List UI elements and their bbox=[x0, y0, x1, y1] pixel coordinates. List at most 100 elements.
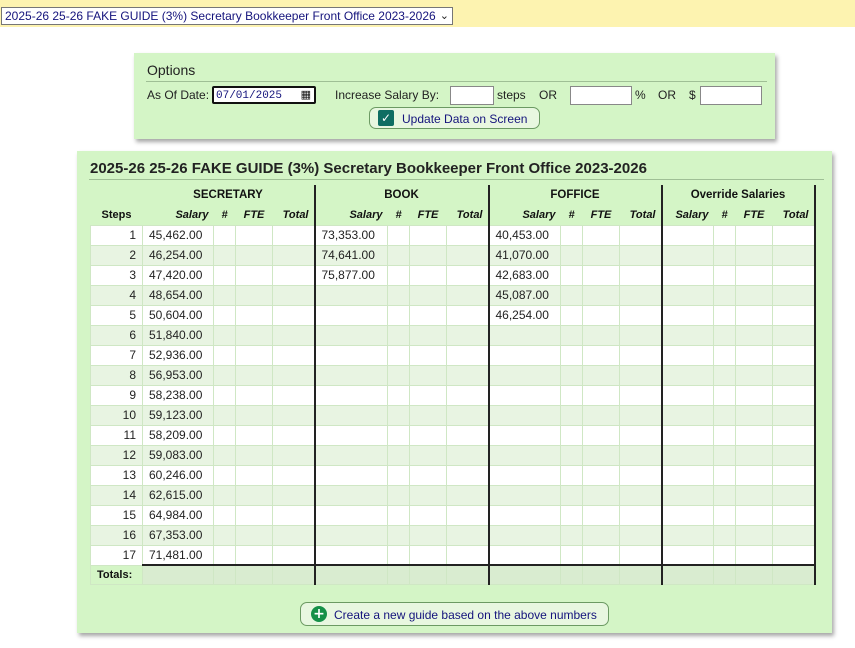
override-salary-cell[interactable] bbox=[661, 424, 714, 446]
override-total-cell[interactable] bbox=[772, 384, 816, 406]
book-count-cell[interactable] bbox=[387, 224, 410, 246]
override-fte-cell[interactable] bbox=[735, 264, 773, 286]
book-total-cell[interactable] bbox=[446, 544, 490, 566]
book-fte-cell[interactable] bbox=[409, 304, 447, 326]
guide-select[interactable]: 2025-26 25-26 FAKE GUIDE (3%) Secretary … bbox=[1, 7, 453, 25]
book-fte-cell[interactable] bbox=[409, 324, 447, 346]
book-fte-cell[interactable] bbox=[409, 544, 447, 566]
foffice-fte-cell[interactable] bbox=[582, 364, 620, 386]
secretary-total-cell[interactable] bbox=[272, 224, 316, 246]
foffice-count-cell[interactable] bbox=[560, 544, 583, 566]
override-salary-cell[interactable] bbox=[661, 544, 714, 566]
override-count-cell[interactable] bbox=[713, 404, 736, 426]
foffice-total-cell[interactable] bbox=[619, 444, 663, 466]
override-salary-cell[interactable] bbox=[661, 464, 714, 486]
secretary-total-cell[interactable] bbox=[272, 404, 316, 426]
book-total-cell[interactable] bbox=[446, 304, 490, 326]
book-total-cell[interactable] bbox=[446, 324, 490, 346]
override-count-cell[interactable] bbox=[713, 464, 736, 486]
book-count-cell[interactable] bbox=[387, 404, 410, 426]
foffice-total-cell[interactable] bbox=[619, 264, 663, 286]
foffice-total-cell[interactable] bbox=[619, 524, 663, 546]
foffice-fte-cell[interactable] bbox=[582, 304, 620, 326]
secretary-count-cell[interactable] bbox=[213, 344, 236, 366]
secretary-total-cell[interactable] bbox=[272, 364, 316, 386]
secretary-fte-cell[interactable] bbox=[235, 544, 273, 566]
secretary-count-cell[interactable] bbox=[213, 224, 236, 246]
foffice-total-cell[interactable] bbox=[619, 504, 663, 526]
foffice-fte-cell[interactable] bbox=[582, 384, 620, 406]
override-total-cell[interactable] bbox=[772, 244, 816, 266]
foffice-count-cell[interactable] bbox=[560, 404, 583, 426]
foffice-count-cell[interactable] bbox=[560, 444, 583, 466]
foffice-total-cell[interactable] bbox=[619, 224, 663, 246]
foffice-count-cell[interactable] bbox=[560, 384, 583, 406]
book-count-cell[interactable] bbox=[387, 464, 410, 486]
foffice-total-cell[interactable] bbox=[619, 464, 663, 486]
foffice-total-cell[interactable] bbox=[619, 344, 663, 366]
foffice-fte-cell[interactable] bbox=[582, 224, 620, 246]
calendar-icon[interactable]: ▦ bbox=[301, 88, 311, 102]
foffice-total-cell[interactable] bbox=[619, 544, 663, 566]
secretary-fte-cell[interactable] bbox=[235, 464, 273, 486]
foffice-fte-cell[interactable] bbox=[582, 264, 620, 286]
foffice-count-cell[interactable] bbox=[560, 244, 583, 266]
secretary-fte-cell[interactable] bbox=[235, 484, 273, 506]
as-of-date-input[interactable]: 07/01/2025 ▦ bbox=[212, 86, 316, 104]
secretary-fte-cell[interactable] bbox=[235, 404, 273, 426]
override-fte-cell[interactable] bbox=[735, 364, 773, 386]
book-fte-cell[interactable] bbox=[409, 364, 447, 386]
override-total-cell[interactable] bbox=[772, 304, 816, 326]
book-fte-cell[interactable] bbox=[409, 284, 447, 306]
override-salary-cell[interactable] bbox=[661, 504, 714, 526]
secretary-fte-cell[interactable] bbox=[235, 324, 273, 346]
foffice-count-cell[interactable] bbox=[560, 344, 583, 366]
foffice-fte-cell[interactable] bbox=[582, 324, 620, 346]
foffice-fte-cell[interactable] bbox=[582, 464, 620, 486]
book-fte-cell[interactable] bbox=[409, 504, 447, 526]
override-fte-cell[interactable] bbox=[735, 544, 773, 566]
foffice-fte-cell[interactable] bbox=[582, 284, 620, 306]
foffice-count-cell[interactable] bbox=[560, 364, 583, 386]
foffice-total-cell[interactable] bbox=[619, 364, 663, 386]
book-fte-cell[interactable] bbox=[409, 244, 447, 266]
secretary-fte-cell[interactable] bbox=[235, 384, 273, 406]
foffice-fte-cell[interactable] bbox=[582, 544, 620, 566]
foffice-count-cell[interactable] bbox=[560, 504, 583, 526]
secretary-total-cell[interactable] bbox=[272, 504, 316, 526]
override-total-cell[interactable] bbox=[772, 444, 816, 466]
secretary-count-cell[interactable] bbox=[213, 244, 236, 266]
override-total-cell[interactable] bbox=[772, 524, 816, 546]
override-total-cell[interactable] bbox=[772, 224, 816, 246]
secretary-fte-cell[interactable] bbox=[235, 504, 273, 526]
override-count-cell[interactable] bbox=[713, 264, 736, 286]
secretary-total-cell[interactable] bbox=[272, 324, 316, 346]
secretary-fte-cell[interactable] bbox=[235, 224, 273, 246]
override-salary-cell[interactable] bbox=[661, 484, 714, 506]
book-count-cell[interactable] bbox=[387, 264, 410, 286]
book-total-cell[interactable] bbox=[446, 504, 490, 526]
secretary-total-cell[interactable] bbox=[272, 464, 316, 486]
foffice-count-cell[interactable] bbox=[560, 524, 583, 546]
override-salary-cell[interactable] bbox=[661, 444, 714, 466]
override-fte-cell[interactable] bbox=[735, 524, 773, 546]
book-count-cell[interactable] bbox=[387, 304, 410, 326]
override-fte-cell[interactable] bbox=[735, 504, 773, 526]
foffice-total-cell[interactable] bbox=[619, 404, 663, 426]
override-count-cell[interactable] bbox=[713, 544, 736, 566]
secretary-total-cell[interactable] bbox=[272, 384, 316, 406]
book-count-cell[interactable] bbox=[387, 524, 410, 546]
book-total-cell[interactable] bbox=[446, 524, 490, 546]
book-total-cell[interactable] bbox=[446, 444, 490, 466]
secretary-total-cell[interactable] bbox=[272, 244, 316, 266]
override-total-cell[interactable] bbox=[772, 284, 816, 306]
secretary-count-cell[interactable] bbox=[213, 464, 236, 486]
foffice-fte-cell[interactable] bbox=[582, 424, 620, 446]
book-count-cell[interactable] bbox=[387, 544, 410, 566]
override-fte-cell[interactable] bbox=[735, 404, 773, 426]
override-count-cell[interactable] bbox=[713, 324, 736, 346]
override-salary-cell[interactable] bbox=[661, 364, 714, 386]
override-count-cell[interactable] bbox=[713, 384, 736, 406]
secretary-total-cell[interactable] bbox=[272, 524, 316, 546]
book-fte-cell[interactable] bbox=[409, 224, 447, 246]
